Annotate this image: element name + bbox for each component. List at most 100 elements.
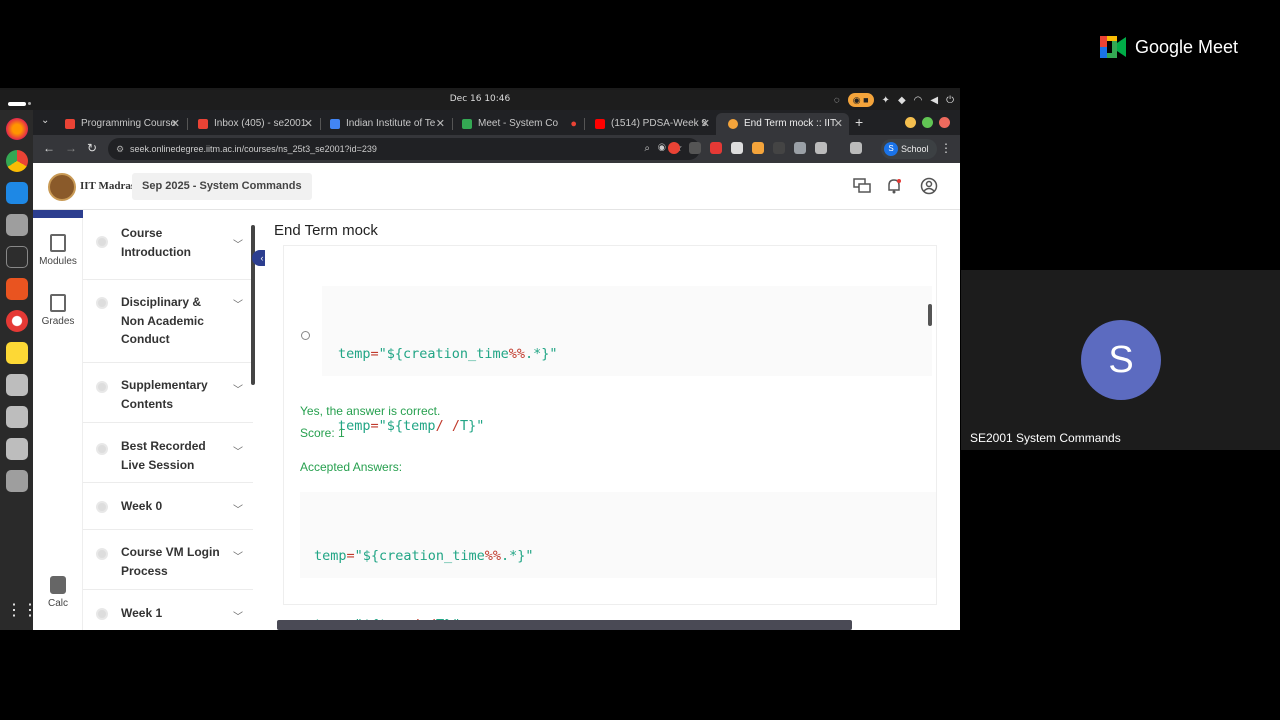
address-bar[interactable]: ⚙ seek.onlinedegree.iitm.ac.in/courses/n… [108, 138, 700, 160]
profile-label: School [901, 144, 929, 154]
code-line: temp="${creation_time%%.*}" [314, 548, 534, 564]
maximize-button[interactable] [922, 117, 933, 128]
tab-programming-course[interactable]: Programming Course ✕ [53, 113, 186, 135]
status-dot [96, 548, 108, 560]
extension-icon[interactable] [689, 142, 701, 154]
screen: Google Meet Dec 16 10:46 ◌ ◉ ■ ✦ ◆ ◠ ◀ ⏻… [0, 0, 1280, 720]
site-icon [728, 119, 738, 129]
module-item[interactable]: Best Recorded Live Session ﹀ [83, 423, 253, 483]
course-title[interactable]: Sep 2025 - System Commands [132, 173, 312, 200]
chevron-down-icon[interactable]: ﹀ [233, 501, 243, 516]
module-list-scrollbar[interactable] [251, 225, 255, 385]
extension-icon[interactable] [794, 142, 806, 154]
drive-icon-2[interactable] [6, 406, 28, 428]
close-tab-icon[interactable]: ✕ [436, 113, 445, 135]
participant-tile[interactable]: S SE2001 System Commands [961, 270, 1280, 450]
module-item[interactable]: Week 0 ﹀ [83, 483, 253, 530]
power-icon: ⏻ [946, 94, 954, 106]
close-button[interactable] [939, 117, 950, 128]
tab-search-icon[interactable]: ⌄ [41, 115, 49, 126]
close-tab-icon[interactable]: ✕ [304, 113, 313, 135]
forward-icon[interactable]: → [65, 141, 77, 155]
rail-calc[interactable]: Calc [33, 576, 83, 609]
card-scrollbar[interactable] [928, 304, 932, 326]
system-tray[interactable]: ◌ ◉ ■ ✦ ◆ ◠ ◀ ⏻ [834, 93, 954, 107]
chrome-icon[interactable] [6, 150, 28, 172]
profile-button[interactable]: S School [881, 139, 937, 159]
module-label: Course Introduction [121, 226, 191, 259]
close-tab-icon[interactable]: ✕ [701, 113, 710, 135]
module-item[interactable]: Course VM Login Process ﹀ [83, 530, 253, 590]
show-apps-icon[interactable]: ⋮⋮⋮ [6, 600, 54, 622]
drive-icon-3[interactable] [6, 438, 28, 460]
module-label: Supplementary Contents [121, 378, 208, 411]
firefox-icon[interactable] [6, 118, 28, 140]
volume-icon: ◀ [930, 94, 939, 106]
app-center-icon[interactable] [6, 278, 28, 300]
text-editor-icon[interactable] [6, 342, 28, 364]
module-item[interactable]: Week 1 ﹀ [83, 590, 253, 630]
recording-indicator[interactable]: ◉ ■ [847, 93, 874, 107]
accepted-answers-label: Accepted Answers: [300, 460, 403, 474]
chevron-down-icon[interactable]: ﹀ [233, 296, 243, 311]
page-title: End Term mock [274, 222, 378, 239]
back-icon[interactable]: ← [43, 141, 55, 155]
horizontal-scrollbar[interactable] [277, 620, 852, 630]
help-icon[interactable] [6, 310, 28, 332]
score-text: Score: 1 [300, 426, 345, 440]
status-dot [96, 443, 108, 455]
option-radio[interactable] [301, 331, 310, 340]
minimize-button[interactable] [905, 117, 916, 128]
status-dot [96, 501, 108, 513]
rail-modules[interactable]: Modules [33, 234, 83, 267]
new-tab-icon[interactable]: + [855, 114, 863, 130]
extension-icon[interactable] [731, 142, 743, 154]
youtube-icon [595, 119, 605, 129]
site-info-icon[interactable]: ⚙ [116, 138, 124, 160]
chevron-down-icon[interactable]: ﹀ [233, 236, 243, 251]
notifications-bell-icon[interactable] [885, 177, 903, 195]
tab-youtube[interactable]: (1514) PDSA-Week 9 ✕ [583, 113, 716, 135]
module-label: Best Recorded Live Session [121, 439, 206, 472]
url-text: seek.onlinedegree.iitm.ac.in/courses/ns_… [130, 144, 377, 154]
rail-label: Grades [41, 316, 75, 327]
grades-icon [50, 294, 66, 312]
drive-icon[interactable] [6, 374, 28, 396]
vscode-icon[interactable] [6, 182, 28, 204]
tab-end-term-mock[interactable]: End Term mock :: IIT ✕ [716, 113, 849, 135]
extension-icon[interactable] [752, 142, 764, 154]
tab-title: Inbox (405) - se2001 [214, 118, 307, 129]
chevron-down-icon[interactable]: ﹀ [233, 443, 243, 458]
tab-title: Indian Institute of Te [346, 118, 436, 129]
tab-iit[interactable]: Indian Institute of Te ✕ [318, 113, 451, 135]
chat-icon[interactable] [853, 177, 871, 195]
extensions-puzzle-icon[interactable] [815, 142, 827, 154]
rail-grades[interactable]: Grades [33, 294, 83, 327]
extension-icon[interactable] [773, 142, 785, 154]
recording-dot-icon[interactable]: ● [570, 113, 577, 135]
module-item[interactable]: Disciplinary & Non Academic Conduct ﹀ [83, 280, 253, 363]
chevron-down-icon[interactable]: ﹀ [233, 381, 243, 396]
files-icon[interactable] [6, 214, 28, 236]
chevron-down-icon[interactable]: ﹀ [233, 608, 243, 623]
trash-icon[interactable] [6, 470, 28, 492]
chevron-down-icon[interactable]: ﹀ [233, 548, 243, 563]
browser-menu-icon[interactable]: ⋮ [940, 141, 952, 155]
tab-inbox[interactable]: Inbox (405) - se2001 ✕ [186, 113, 319, 135]
module-item[interactable]: Supplementary Contents ﹀ [83, 363, 253, 423]
close-tab-icon[interactable]: ✕ [834, 113, 843, 135]
extension-icon[interactable] [668, 142, 680, 154]
extension-icon[interactable] [710, 142, 722, 154]
tab-meet[interactable]: Meet - System Co ● [450, 113, 583, 135]
terminal-icon[interactable] [6, 246, 28, 268]
reading-list-icon[interactable] [850, 142, 862, 154]
system-top-bar: Dec 16 10:46 ◌ ◉ ■ ✦ ◆ ◠ ◀ ⏻ [0, 90, 960, 110]
rail-label: Calc [47, 598, 68, 609]
reload-icon[interactable]: ↻ [87, 141, 97, 155]
close-tab-icon[interactable]: ✕ [171, 113, 180, 135]
module-item[interactable]: Course Introduction ﹀ [83, 210, 253, 280]
account-icon[interactable] [920, 177, 938, 195]
system-clock[interactable]: Dec 16 10:46 [0, 94, 960, 104]
question-card: temp="${creation_time%%.*}" temp="${temp… [283, 245, 937, 630]
iitm-logo[interactable] [48, 173, 76, 201]
